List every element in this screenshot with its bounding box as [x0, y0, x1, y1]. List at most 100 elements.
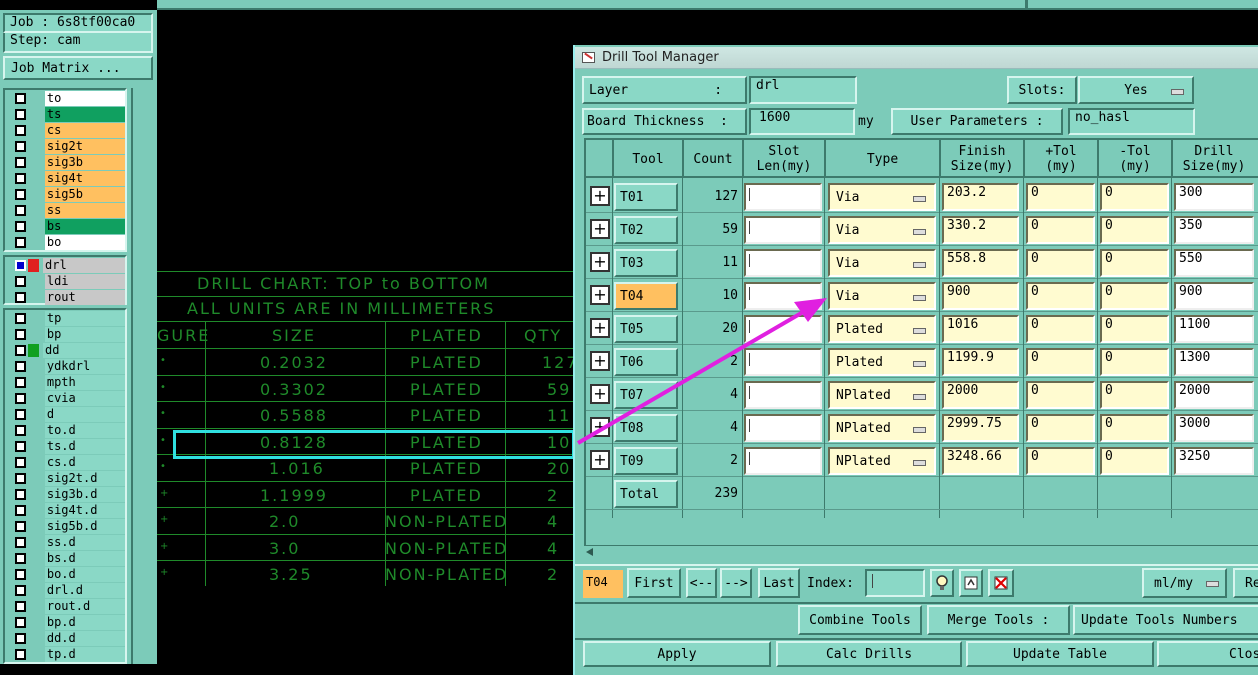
layer-row[interactable]: bs	[5, 218, 125, 234]
minus-tol-field[interactable]: 0	[1100, 447, 1169, 475]
layer-checkbox[interactable]	[15, 616, 26, 628]
type-dropdown[interactable]: Via	[828, 282, 936, 310]
layer-row[interactable]: drl	[5, 257, 125, 273]
layer-checkbox[interactable]	[15, 632, 26, 644]
minus-tol-field[interactable]: 0	[1100, 315, 1169, 343]
row-expand-icon[interactable]: +	[590, 417, 610, 437]
tool-button[interactable]: T07	[614, 381, 678, 409]
last-button[interactable]: Last	[758, 568, 800, 598]
layer-checkbox[interactable]	[15, 291, 26, 303]
slot-len-field[interactable]	[744, 249, 822, 277]
drill-size-field[interactable]: 2000	[1174, 381, 1254, 409]
layer-row[interactable]: bp.d	[5, 614, 125, 630]
panel-scrollbar[interactable]	[131, 88, 153, 664]
next-button[interactable]: -->	[720, 568, 752, 598]
finish-size-field[interactable]: 2999.75	[942, 414, 1019, 442]
row-expand-icon[interactable]: +	[590, 384, 610, 404]
layer-checkbox[interactable]	[15, 236, 26, 248]
layer-row[interactable]: cs.d	[5, 454, 125, 470]
layer-row[interactable]: dd	[5, 342, 125, 358]
drill-size-field[interactable]: 550	[1174, 249, 1254, 277]
type-dropdown[interactable]: Plated	[828, 348, 936, 376]
type-dropdown[interactable]: NPlated	[828, 414, 936, 442]
layer-row[interactable]: d	[5, 406, 125, 422]
finish-size-field[interactable]: 558.8	[942, 249, 1019, 277]
refresh-icon[interactable]	[959, 569, 983, 597]
tool-button[interactable]: T06	[614, 348, 678, 376]
slot-len-field[interactable]	[744, 216, 822, 244]
slot-len-field[interactable]	[744, 381, 822, 409]
first-button[interactable]: First	[627, 568, 681, 598]
user-parameters-field[interactable]: no_hasl	[1068, 108, 1195, 135]
type-dropdown[interactable]: NPlated	[828, 381, 936, 409]
plus-tol-field[interactable]: 0	[1026, 282, 1095, 310]
layer-row[interactable]: bo.d	[5, 566, 125, 582]
layer-row[interactable]: tp	[5, 310, 125, 326]
layer-row[interactable]: to.d	[5, 422, 125, 438]
tool-button[interactable]: T04	[614, 282, 678, 310]
units-dropdown[interactable]: ml/my	[1142, 568, 1227, 598]
layer-checkbox[interactable]	[15, 188, 26, 200]
layer-checkbox[interactable]	[15, 584, 26, 596]
layer-checkbox[interactable]	[15, 472, 26, 484]
layer-row[interactable]: ts	[5, 106, 125, 122]
delete-icon[interactable]	[988, 569, 1014, 597]
layer-row[interactable]: sig2t.d	[5, 470, 125, 486]
layer-checkbox[interactable]	[15, 552, 26, 564]
combine-tools-button[interactable]: Combine Tools	[798, 605, 922, 635]
layer-row[interactable]: sig2t	[5, 138, 125, 154]
row-expand-icon[interactable]: +	[590, 318, 610, 338]
type-dropdown[interactable]: Via	[828, 249, 936, 277]
drill-size-field[interactable]: 900	[1174, 282, 1254, 310]
layer-row[interactable]: to	[5, 90, 125, 106]
layer-checkbox[interactable]	[15, 376, 26, 388]
layer-checkbox[interactable]	[15, 424, 26, 436]
type-dropdown[interactable]: Via	[828, 216, 936, 244]
layer-row[interactable]: sig5b	[5, 186, 125, 202]
plus-tol-field[interactable]: 0	[1026, 381, 1095, 409]
layer-checkbox[interactable]	[15, 520, 26, 532]
layer-row[interactable]: rout.d	[5, 598, 125, 614]
finish-size-field[interactable]: 330.2	[942, 216, 1019, 244]
minus-tol-field[interactable]: 0	[1100, 282, 1169, 310]
calc-drills-button[interactable]: Calc Drills	[776, 641, 962, 667]
layer-row[interactable]: cvia	[5, 390, 125, 406]
tool-button[interactable]: T09	[614, 447, 678, 475]
minus-tol-field[interactable]: 0	[1100, 381, 1169, 409]
finish-size-field[interactable]: 3248.66	[942, 447, 1019, 475]
minus-tol-field[interactable]: 0	[1100, 348, 1169, 376]
layer-checkbox[interactable]	[15, 504, 26, 516]
layer-checkbox[interactable]	[15, 204, 26, 216]
layer-checkbox[interactable]	[15, 156, 26, 168]
drill-size-field[interactable]: 3250	[1174, 447, 1254, 475]
plus-tol-field[interactable]: 0	[1026, 249, 1095, 277]
plus-tol-field[interactable]: 0	[1026, 216, 1095, 244]
layer-checkbox[interactable]	[15, 312, 26, 324]
slots-dropdown[interactable]: Yes	[1078, 76, 1194, 104]
row-expand-icon[interactable]: +	[590, 219, 610, 239]
slot-len-field[interactable]	[744, 282, 822, 310]
update-table-button[interactable]: Update Table	[966, 641, 1154, 667]
finish-size-field[interactable]: 900	[942, 282, 1019, 310]
dialog-title-bar[interactable]: Drill Tool Manager	[575, 47, 1258, 69]
layer-row[interactable]: sig4t.d	[5, 502, 125, 518]
layer-checkbox[interactable]	[15, 600, 26, 612]
slot-len-field[interactable]	[744, 183, 822, 211]
scroll-left-arrow-icon[interactable]	[586, 548, 593, 556]
board-thickness-field[interactable]: 1600	[749, 108, 855, 135]
type-dropdown[interactable]: NPlated	[828, 447, 936, 475]
layer-checkbox[interactable]	[15, 92, 26, 104]
row-expand-icon[interactable]: +	[590, 252, 610, 272]
table-scrollbar[interactable]	[584, 545, 1258, 558]
row-expand-icon[interactable]: +	[590, 450, 610, 470]
plus-tol-field[interactable]: 0	[1026, 447, 1095, 475]
row-expand-icon[interactable]: +	[590, 285, 610, 305]
layer-row[interactable]: sig3b.d	[5, 486, 125, 502]
layer-row[interactable]: bs.d	[5, 550, 125, 566]
layer-checkbox[interactable]	[15, 328, 26, 340]
layer-row[interactable]: bo	[5, 234, 125, 250]
layer-checkbox[interactable]	[15, 108, 26, 120]
slot-len-field[interactable]	[744, 447, 822, 475]
drill-size-field[interactable]: 1300	[1174, 348, 1254, 376]
type-dropdown[interactable]: Via	[828, 183, 936, 211]
